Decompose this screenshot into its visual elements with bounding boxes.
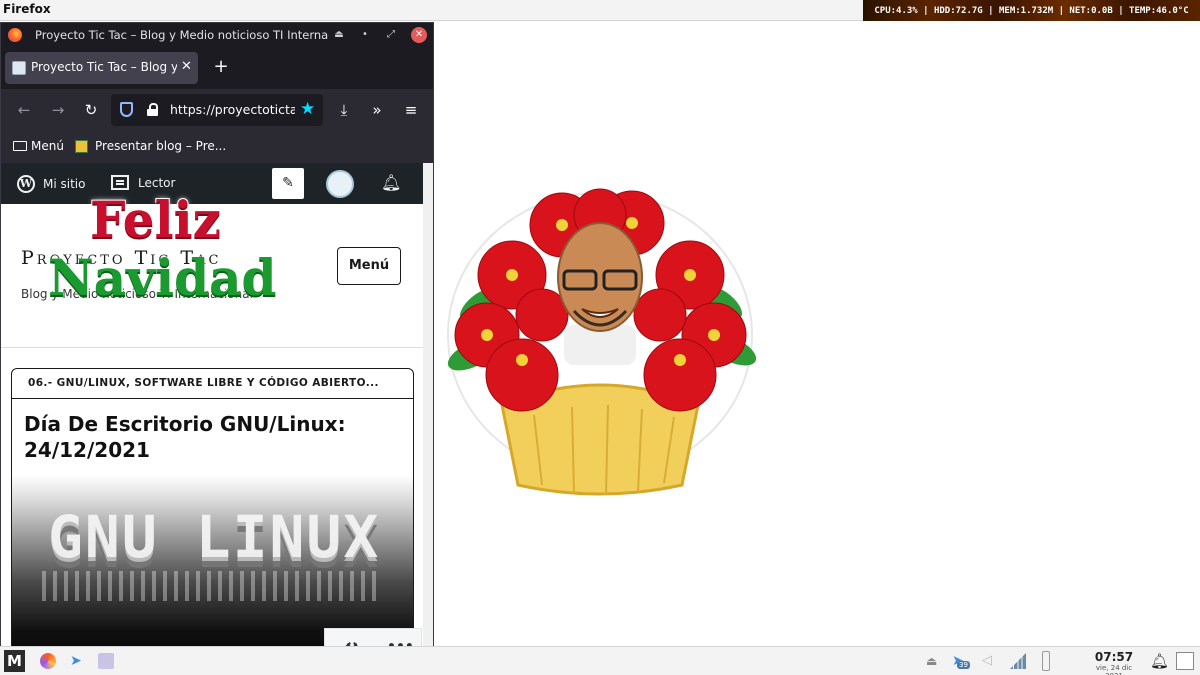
window-title: Proyecto Tic Tac – Blog y Medio noticios… — [35, 28, 329, 42]
bottom-panel: M ➤ ⏏ ➤ 39 ◁ 07:57 vie, 24 dic 2021 🔔︎ — [0, 646, 1200, 675]
wordpress-logo-icon: W — [17, 175, 35, 193]
top-panel: Firefox CPU:4.3% | HDD:72.7G | MEM:1.732… — [0, 0, 1200, 21]
header-divider — [1, 347, 423, 348]
tracking-protection-icon[interactable] — [120, 102, 133, 117]
post-title[interactable]: Día De Escritorio GNU/Linux: 24/12/2021 — [24, 411, 404, 463]
gnu-linux-image-text: GNU LINUX — [48, 503, 381, 571]
clock[interactable]: 07:57 vie, 24 dic 2021 — [1086, 650, 1142, 675]
my-site-label: Mi sitio — [43, 177, 86, 191]
firefox-launcher-icon[interactable] — [40, 653, 56, 669]
folder-icon — [13, 141, 27, 151]
active-app-name: Firefox — [3, 2, 51, 16]
telegram-launcher-icon[interactable]: ➤ — [70, 653, 86, 669]
url-text[interactable]: https://proyectotictac.com — [170, 102, 295, 117]
bookmark-favicon — [75, 139, 88, 153]
site-favicon — [12, 61, 26, 75]
image-drip-effect — [42, 571, 382, 601]
volume-icon[interactable]: ◁ — [982, 653, 998, 669]
maximize-button[interactable]: ⤢ — [383, 27, 399, 43]
clock-date: vie, 24 dic 2021 — [1095, 664, 1133, 675]
system-stats: CPU:4.3% | HDD:72.7G | MEM:1.732M | NET:… — [874, 5, 1189, 16]
tab-label: Proyecto Tic Tac – Blog y Medio noticios… — [31, 60, 177, 74]
firefox-icon — [8, 28, 22, 42]
bookmark-star-icon[interactable]: ★ — [300, 99, 315, 119]
bookmark-presentar-blog[interactable]: Presentar blog – Pre... — [75, 139, 226, 153]
eject-icon[interactable]: ⏏ — [331, 27, 347, 43]
forward-button[interactable]: → — [47, 99, 69, 121]
new-tab-button[interactable]: + — [211, 55, 231, 79]
post-card[interactable]: 06.- GNU/LINUX, SOFTWARE LIBRE Y CÓDIGO … — [11, 368, 414, 647]
bookmark-label: Presentar blog – Pre... — [95, 139, 227, 153]
telegram-badge: 39 — [957, 661, 970, 669]
bookmark-label: Menú — [31, 139, 64, 153]
close-window-button[interactable]: ✕ — [411, 27, 427, 43]
tab-bar: Proyecto Tic Tac – Blog y Medio noticios… — [1, 47, 433, 89]
network-signal-icon[interactable] — [1010, 653, 1026, 669]
post-category[interactable]: 06.- GNU/LINUX, SOFTWARE LIBRE Y CÓDIGO … — [12, 369, 413, 399]
avatar-face — [557, 222, 643, 365]
reader-label: Lector — [138, 175, 176, 190]
navigation-toolbar: ← → ↻ https://proyectotictac.com ★ ⤓ » ≡ — [1, 89, 433, 131]
notification-bell-icon[interactable]: 🔔︎ — [1150, 653, 1169, 669]
bookmark-menu-folder[interactable]: Menú — [13, 139, 64, 153]
app-menu-button[interactable]: ≡ — [400, 99, 422, 121]
downloads-button[interactable]: ⤓ — [333, 99, 355, 121]
lock-icon[interactable] — [147, 103, 158, 116]
eject-tray-icon[interactable]: ⏏ — [926, 653, 942, 669]
back-button[interactable]: ← — [13, 99, 35, 121]
bookmarks-toolbar: Menú Presentar blog – Pre... — [1, 131, 433, 163]
feliz-text: Feliz — [89, 189, 222, 250]
my-site-link[interactable]: W Mi sitio — [17, 175, 85, 193]
christmas-sticker — [447, 188, 757, 496]
minimize-button[interactable]: • — [357, 27, 373, 43]
site-menu-button[interactable]: Menú — [337, 247, 401, 285]
post-featured-image[interactable]: GNU LINUX .. .. .. .......... .. — [12, 475, 413, 647]
url-bar[interactable]: https://proyectotictac.com ★ — [111, 94, 323, 126]
battery-icon[interactable] — [1042, 651, 1050, 671]
reload-button[interactable]: ↻ — [80, 99, 102, 121]
system-monitor: CPU:4.3% | HDD:72.7G | MEM:1.732M | NET:… — [863, 0, 1200, 21]
reader-icon — [111, 175, 129, 190]
close-tab-icon[interactable]: ✕ — [181, 59, 192, 74]
page-scrollbar[interactable] — [423, 163, 433, 647]
clock-time: 07:57 — [1094, 650, 1134, 664]
notifications-bell-icon[interactable]: 🔔︎ — [381, 173, 401, 192]
tab-proyecto-tic-tac[interactable]: Proyecto Tic Tac – Blog y Medio noticios… — [5, 52, 198, 84]
firefox-window: Proyecto Tic Tac – Blog y Medio noticios… — [0, 22, 434, 647]
start-menu-button[interactable]: M — [4, 650, 25, 672]
write-post-button[interactable]: ✎ — [272, 168, 304, 199]
file-manager-launcher-icon[interactable] — [98, 653, 114, 669]
overflow-menu-button[interactable]: » — [366, 99, 388, 121]
avatar[interactable] — [326, 170, 354, 198]
navidad-text: Navidad — [48, 248, 277, 307]
floating-toolbar: ⚒ ••• — [324, 628, 422, 647]
window-titlebar[interactable]: Proyecto Tic Tac – Blog y Medio noticios… — [1, 23, 433, 47]
reader-link[interactable]: Lector — [111, 175, 175, 190]
show-desktop-icon[interactable] — [1176, 652, 1194, 670]
